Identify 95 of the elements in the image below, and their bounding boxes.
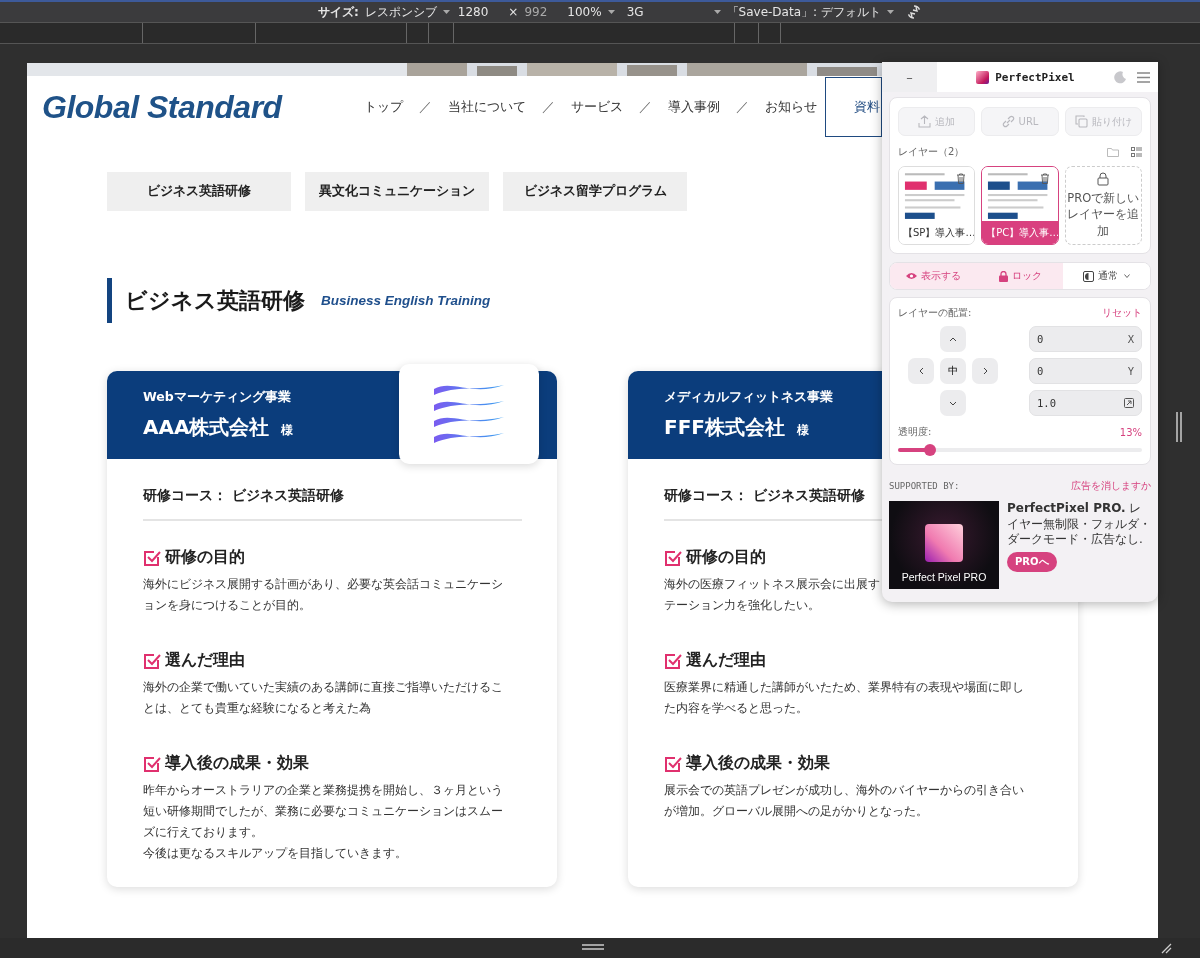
add-layer-button[interactable]: PROで新しいレイヤーを追加 (1064, 166, 1142, 245)
nav-separator: ／ (541, 98, 555, 116)
nav-link[interactable]: お知らせ (764, 98, 817, 116)
nav-separator: ／ (638, 98, 652, 116)
nav-link[interactable]: トップ (363, 98, 403, 116)
section-subtitle: Business English Training (321, 293, 491, 308)
link-icon (1001, 115, 1015, 128)
course-text: 研修コース： ビジネス英語研修 (143, 487, 522, 521)
company-name: AAA株式会社 様 (143, 414, 294, 441)
topic-heading: 導入後の成果・効果 (165, 753, 309, 774)
topic-heading: 研修の目的 (686, 547, 766, 568)
position-field[interactable]: 1.0 (1029, 390, 1142, 416)
nav-link[interactable]: サービス (570, 98, 623, 116)
nav-link[interactable]: 導入事例 (667, 98, 720, 116)
caret-icon (713, 10, 721, 14)
opacity-label: 透明度: (898, 425, 932, 439)
trash-icon[interactable] (1039, 173, 1050, 184)
checkbox-icon (143, 548, 161, 567)
menu-icon[interactable] (1137, 71, 1150, 83)
topic-heading: 選んだ理由 (686, 650, 766, 671)
lock-icon (998, 270, 1008, 282)
resize-icon (1124, 398, 1134, 408)
times-sign: × (508, 5, 519, 19)
pixel-logo-icon (925, 524, 963, 562)
topic-heading: 導入後の成果・効果 (686, 753, 830, 774)
layers-label: レイヤー（2） (898, 145, 965, 159)
layer-thumbnail[interactable]: 【SP】導入事… (898, 166, 976, 245)
layer-toggle[interactable]: 表示する (890, 263, 977, 289)
nav-separator: ／ (418, 98, 432, 116)
position-label: レイヤーの配置: (898, 306, 972, 320)
upload-icon (918, 115, 932, 128)
position-field[interactable]: 0 X (1029, 326, 1142, 352)
center-button[interactable]: 中 (940, 358, 966, 384)
topic-paragraph: 海外にビジネス展開する計画があり、必要な英会話コミュニケーシ ョンを身につけることが目的。 (143, 576, 503, 614)
network-dropdown[interactable]: 3G (626, 5, 721, 19)
eye-icon (905, 272, 917, 280)
topic-paragraph: 展示会での英語プレゼンが成功し、海外のバイヤーからの引き合い が増加。グローバル展開への足がかりとなった。 (664, 782, 1024, 820)
chevron-down-icon (1124, 274, 1131, 278)
category-tab[interactable]: ビジネス留学プログラム (503, 172, 687, 211)
reset-link[interactable]: リセット (1102, 306, 1142, 320)
section-title: ビジネス英語研修 (125, 286, 305, 315)
folder-icon[interactable] (1107, 147, 1119, 157)
checkbox-icon (664, 651, 682, 670)
site-logo[interactable]: Global Standard (42, 88, 282, 126)
layer-thumbnail[interactable]: 【PC】導入事… (981, 166, 1059, 245)
topic-paragraph: 昨年からオーストラリアの企業と業務提携を開始し、３ヶ月という 短い研修期間でしたが、業務に必要なコミュニケーションはスムー ズに行えております。 今後は更なるスキルアップを目指していきます。 (143, 782, 503, 862)
topic-heading: 研修の目的 (165, 547, 245, 568)
resize-corner-icon[interactable] (1160, 942, 1172, 954)
checkbox-icon (664, 754, 682, 773)
ad-banner[interactable]: Perfect Pixel PRO (889, 501, 999, 589)
checkbox-icon (664, 548, 682, 567)
checkbox-icon (143, 754, 161, 773)
layer-toggle[interactable]: ロック (976, 263, 1064, 289)
zoom-dropdown[interactable]: 100% (567, 5, 615, 19)
minimize-button[interactable]: – (882, 62, 937, 92)
nav-link[interactable]: 当社について (447, 98, 526, 116)
chevron-down-icon (949, 400, 957, 406)
contrast-icon (1083, 270, 1095, 282)
position-field[interactable]: 0 Y (1029, 358, 1142, 384)
brochure-button[interactable]: 資料 (824, 77, 882, 137)
topic-heading: 選んだ理由 (165, 650, 245, 671)
topic-paragraph: 海外の企業で働いていた実績のある講師に直接ご指導いただけるこ とは、とても貴重な経験になると考えた為 (143, 679, 503, 717)
ad-caption: Perfect Pixel PRO (901, 571, 987, 583)
size-label: サイズ: (318, 3, 359, 21)
topic-paragraph: 海外の医療フィットネス展示会に出展す テーション力を強化したい。 (664, 576, 880, 614)
nav-separator: ／ (735, 98, 749, 116)
rotate-icon[interactable] (905, 4, 922, 20)
app-title: PerfectPixel (995, 70, 1075, 84)
resize-handle[interactable] (1175, 411, 1183, 442)
caret-icon (442, 10, 450, 14)
list-icon[interactable] (1131, 146, 1142, 158)
copy-icon (1074, 115, 1088, 128)
lock-icon (1097, 172, 1110, 187)
height-field[interactable]: 992 (524, 5, 548, 19)
opacity-reading: 13% (1119, 426, 1142, 438)
width-field[interactable]: 1280 (457, 5, 489, 19)
chevron-right-icon (982, 367, 988, 375)
caret-icon (607, 10, 615, 14)
checkbox-icon (143, 651, 161, 670)
business-label: メディカルフィットネス事業 (664, 389, 833, 406)
save-data-dropdown[interactable]: 「Save-Data」: デフォルト (726, 3, 894, 21)
category-tab[interactable]: 異文化コミュニケーション (305, 172, 489, 211)
trash-icon[interactable] (956, 173, 967, 184)
resize-handle[interactable] (582, 944, 604, 950)
topic-paragraph: 医療業界に精通した講師がいたため、業界特有の表現や場面に即し た内容を学べると思った。 (664, 679, 1024, 717)
company-name: FFF株式会社 様 (664, 414, 809, 441)
category-tab[interactable]: ビジネス英語研修 (107, 172, 291, 211)
app-logo-icon (976, 70, 990, 84)
chevron-left-icon (918, 367, 924, 375)
caret-icon (886, 10, 894, 14)
chevron-up-icon (949, 336, 957, 342)
business-label: Webマーケティング事業 (143, 389, 291, 406)
size-dropdown[interactable]: レスポンシブ (364, 3, 450, 21)
pro-button[interactable]: PROへ (1007, 551, 1057, 572)
remove-ads-link[interactable]: 広告を消しますか (1071, 479, 1151, 493)
